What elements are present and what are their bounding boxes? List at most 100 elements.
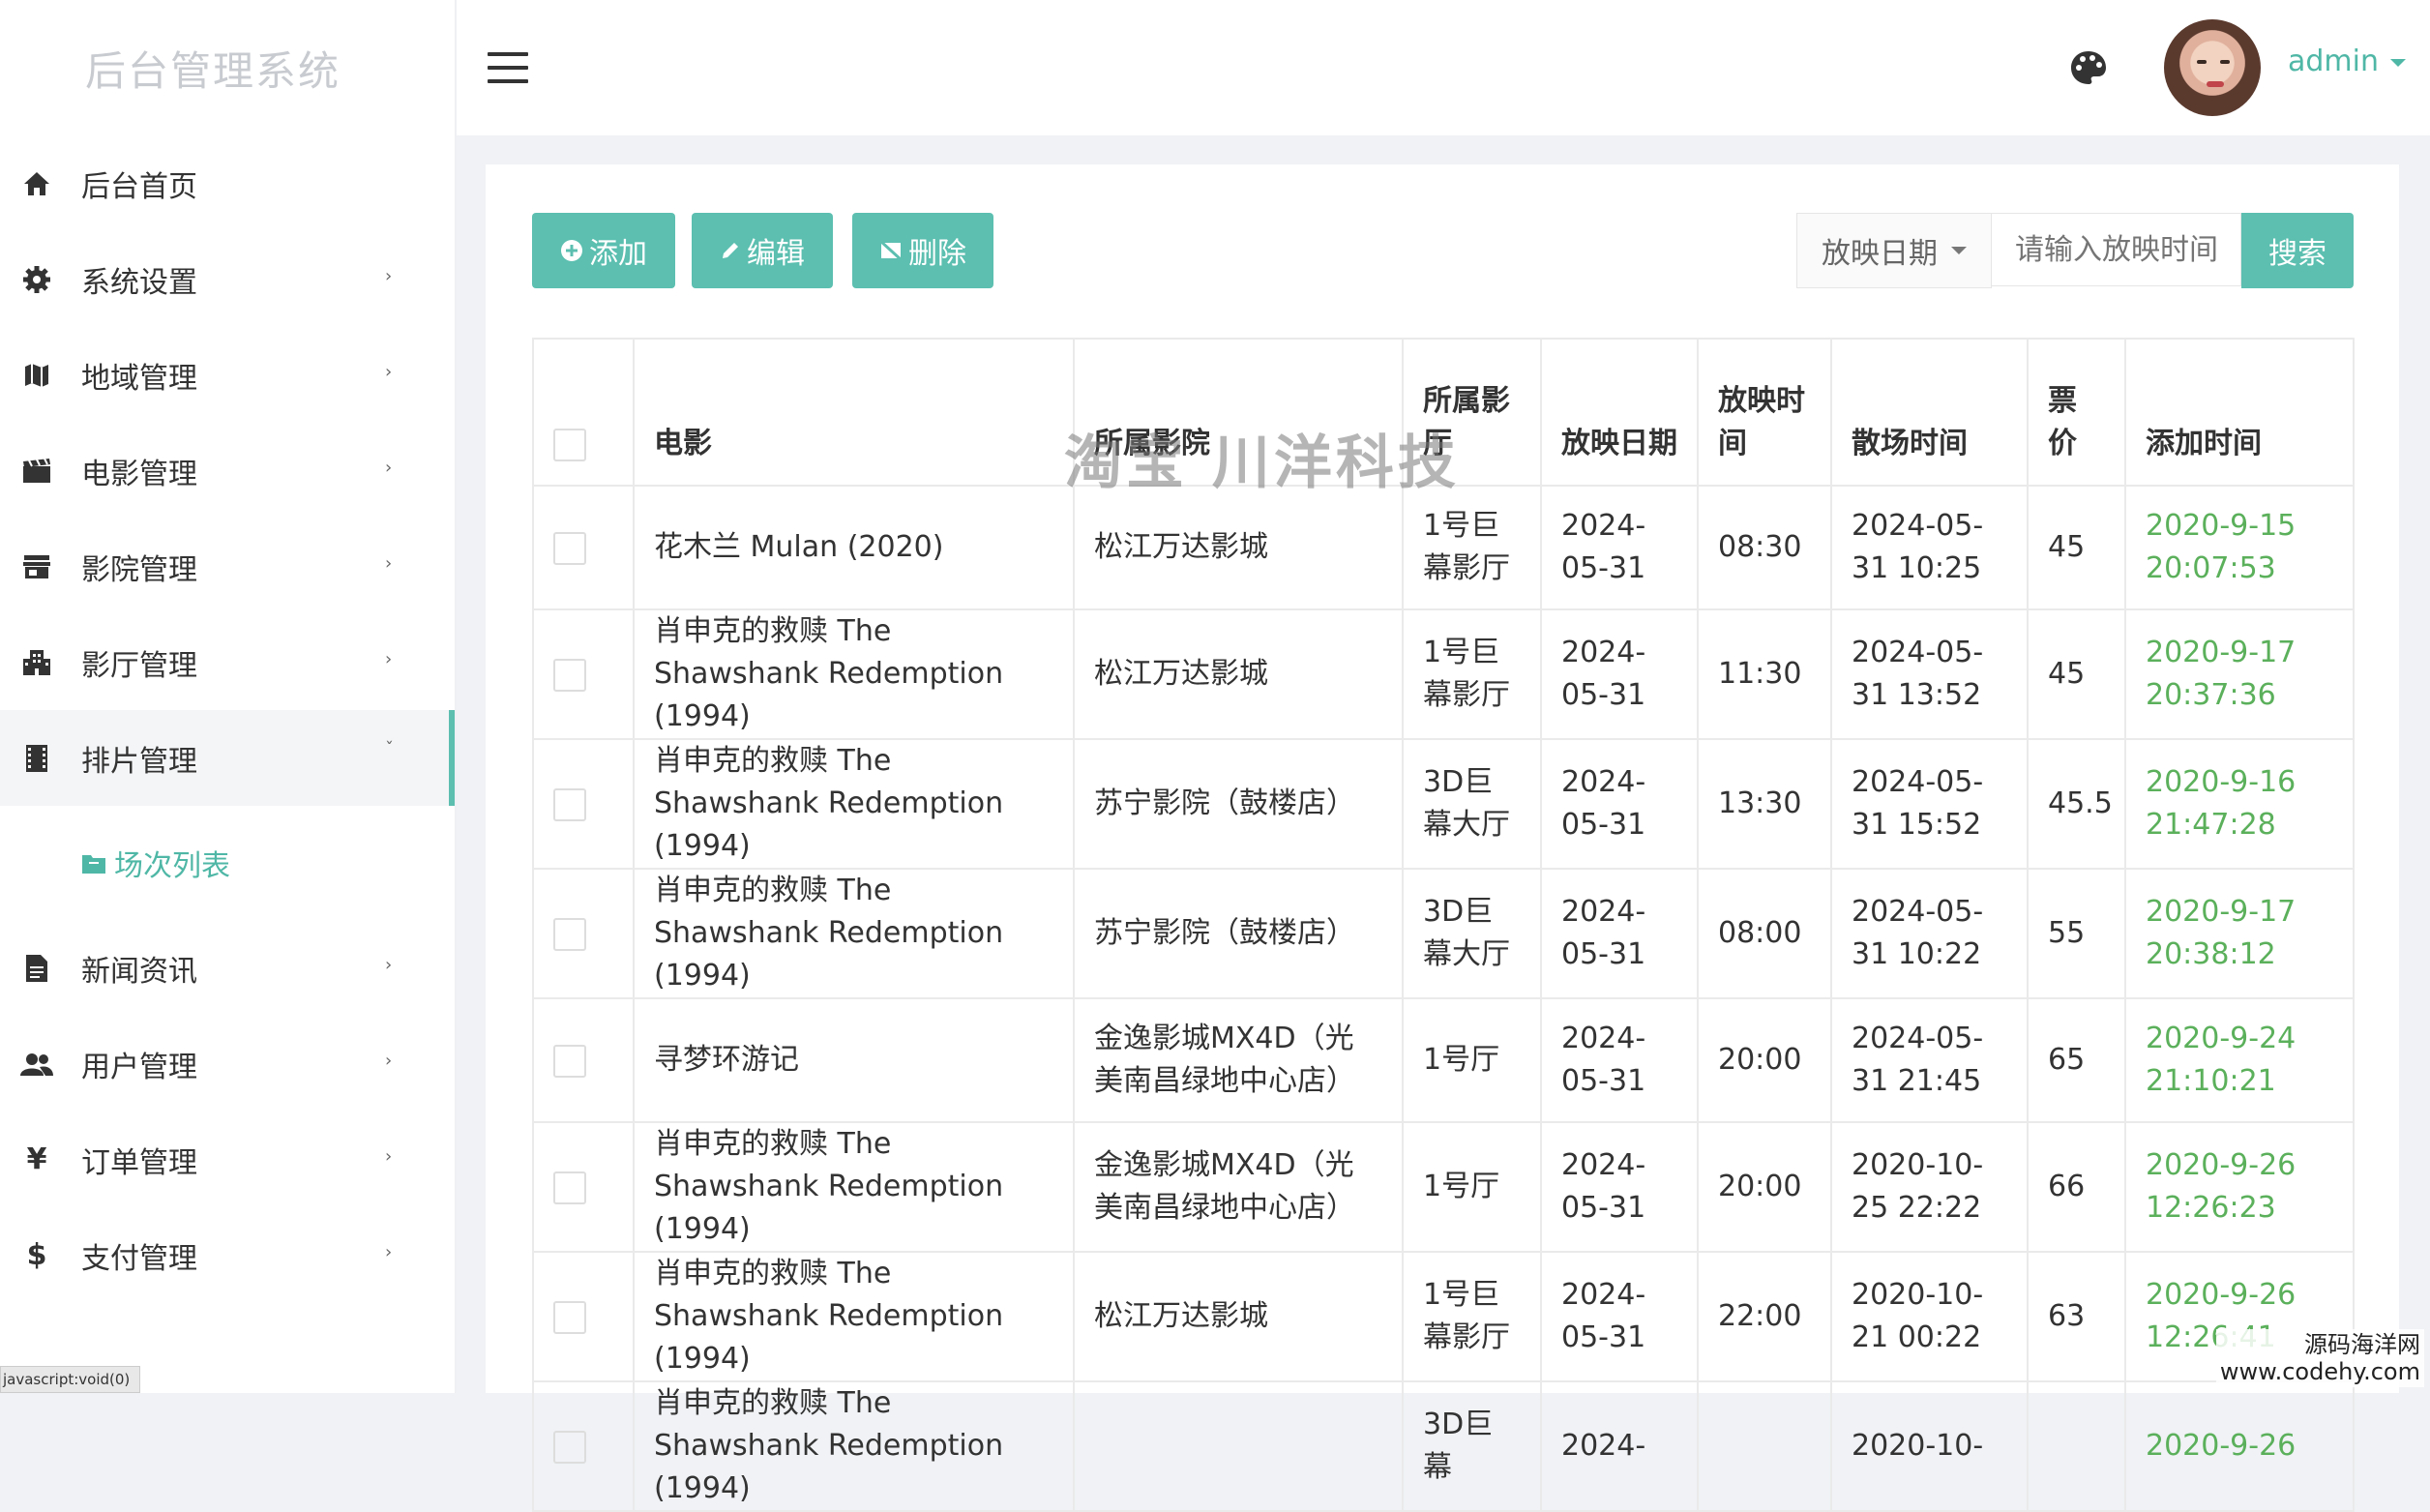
chevron-right-icon: ›	[385, 1051, 393, 1071]
sidebar-item-hall[interactable]: 影厅管理 ›	[0, 614, 455, 710]
price-cell: 63	[2027, 1251, 2126, 1382]
edit-button[interactable]: 编辑	[692, 213, 833, 288]
column-header: 放映日期	[1540, 338, 1699, 487]
sidebar-item-label: 用户管理	[81, 1050, 197, 1084]
sidebar-item-news[interactable]: 新闻资讯 ›	[0, 920, 455, 1016]
price-cell: 45	[2027, 608, 2126, 740]
hall-cell: 1号巨幕影厅	[1402, 608, 1542, 740]
sidebar-item-label: 新闻资讯	[81, 954, 197, 989]
filter-select[interactable]: 放映日期	[1796, 213, 1992, 288]
film-icon	[17, 458, 56, 484]
delete-label: 删除	[908, 237, 966, 271]
movie-cell: 肖申克的救赎 The Shawshank Redemption (1994)	[633, 1121, 1075, 1253]
date-cell: 2024-05-31	[1540, 1251, 1699, 1382]
end-cell: 2020-10-	[1830, 1380, 2029, 1512]
sidebar-item-payment[interactable]: $ 支付管理 ›	[0, 1207, 455, 1303]
sidebar-subitem-label: 场次列表	[114, 849, 230, 883]
search-input[interactable]	[1992, 213, 2241, 286]
sidebar-item-label: 地域管理	[81, 361, 197, 396]
table-row[interactable]: 肖申克的救赎 The Shawshank Redemption (1994) 苏…	[532, 738, 2355, 870]
corner-watermark-line2: www.codehy.com	[2219, 1358, 2420, 1385]
chevron-down-icon: ˇ	[385, 739, 394, 759]
added-cell: 2020-9-17 20:38:12	[2124, 868, 2355, 999]
chevron-right-icon: ›	[385, 266, 393, 286]
caret-down-icon	[1951, 247, 1967, 254]
movie-cell: 肖申克的救赎 The Shawshank Redemption (1994)	[633, 738, 1075, 870]
row-checkbox[interactable]	[553, 1300, 586, 1334]
search-bar: 放映日期 搜索	[1796, 213, 2354, 288]
end-cell: 2024-05-31 21:45	[1830, 997, 2029, 1123]
table-row[interactable]: 花木兰 Mulan (2020) 松江万达影城 1号巨幕影厅 2024-05-3…	[532, 485, 2355, 610]
corner-watermark: 源码海洋网 www.codehy.com	[2215, 1329, 2424, 1387]
row-checkbox[interactable]	[553, 917, 586, 951]
menu-toggle-icon[interactable]	[488, 52, 528, 93]
chevron-right-icon: ›	[385, 553, 393, 574]
table-row[interactable]: 肖申克的救赎 The Shawshank Redemption (1994) 松…	[532, 1251, 2355, 1382]
plus-circle-icon	[561, 240, 582, 261]
row-checkbox[interactable]	[553, 787, 586, 821]
movie-cell: 肖申克的救赎 The Shawshank Redemption (1994)	[633, 1380, 1075, 1512]
sidebar-subitem-session-list[interactable]: 场次列表	[0, 806, 455, 920]
row-checkbox[interactable]	[553, 1430, 586, 1464]
sidebar-item-region[interactable]: 地域管理 ›	[0, 327, 455, 423]
add-button[interactable]: 添加	[532, 213, 675, 288]
row-checkbox[interactable]	[553, 531, 586, 565]
username-label: admin	[2288, 44, 2379, 78]
sidebar-item-cinema[interactable]: 影院管理 ›	[0, 519, 455, 614]
hall-cell: 3D巨幕大厅	[1402, 868, 1542, 999]
table-row[interactable]: 肖申克的救赎 The Shawshank Redemption (1994) 苏…	[532, 868, 2355, 999]
delete-icon	[879, 240, 903, 261]
dollar-icon: $	[26, 1238, 47, 1272]
sidebar-item-system[interactable]: 系统设置 ›	[0, 231, 455, 327]
sidebar-item-label: 排片管理	[81, 744, 197, 779]
search-button[interactable]: 搜索	[2241, 213, 2354, 288]
hall-cell: 1号巨幕影厅	[1402, 485, 1542, 610]
end-cell: 2024-05-31 13:52	[1830, 608, 2029, 740]
avatar[interactable]	[2164, 19, 2261, 116]
checkbox-cell	[532, 997, 635, 1123]
checkbox-cell	[532, 1251, 635, 1382]
row-checkbox[interactable]	[553, 1044, 586, 1078]
chevron-right-icon: ›	[385, 362, 393, 382]
hall-cell: 1号巨幕影厅	[1402, 1251, 1542, 1382]
sidebar-item-schedule[interactable]: 排片管理 ˇ	[0, 710, 455, 806]
date-cell: 2024-05-31	[1540, 485, 1699, 610]
sidebar-menu: 后台首页 系统设置 › 地域管理 › 电影管理 › 影院管理 › 影厅管理 › …	[0, 135, 455, 806]
row-checkbox[interactable]	[553, 1171, 586, 1204]
palette-icon[interactable]	[2070, 50, 2107, 89]
cinema-cell: 松江万达影城	[1073, 1251, 1404, 1382]
cinema-cell: 金逸影城MX4D（光美南昌绿地中心店）	[1073, 1121, 1404, 1253]
price-cell: 55	[2027, 868, 2126, 999]
added-cell: 2020-9-16 21:47:28	[2124, 738, 2355, 870]
chevron-right-icon: ›	[385, 955, 393, 975]
sidebar-item-home[interactable]: 后台首页	[0, 135, 455, 231]
sidebar-item-users[interactable]: 用户管理 ›	[0, 1016, 455, 1112]
end-cell: 2024-05-31 10:22	[1830, 868, 2029, 999]
cinema-cell: 苏宁影院（鼓楼店）	[1073, 868, 1404, 999]
time-cell: 08:30	[1697, 485, 1832, 610]
time-cell: 08:00	[1697, 868, 1832, 999]
row-checkbox[interactable]	[553, 658, 586, 692]
table-row[interactable]: 肖申克的救赎 The Shawshank Redemption (1994) 3…	[532, 1380, 2355, 1512]
delete-button[interactable]: 删除	[852, 213, 993, 288]
added-cell: 2020-9-15 20:07:53	[2124, 485, 2355, 610]
table-row[interactable]: 寻梦环游记 金逸影城MX4D（光美南昌绿地中心店） 1号厅 2024-05-31…	[532, 997, 2355, 1123]
sidebar-item-label: 电影管理	[81, 457, 197, 491]
news-icon	[17, 954, 56, 983]
time-cell: 13:30	[1697, 738, 1832, 870]
sidebar-item-label: 系统设置	[81, 265, 197, 300]
select-all-checkbox[interactable]	[553, 428, 586, 461]
end-cell: 2024-05-31 10:25	[1830, 485, 2029, 610]
checkbox-cell	[532, 608, 635, 740]
hall-cell: 3D巨幕大厅	[1402, 738, 1542, 870]
user-menu[interactable]: admin	[2288, 44, 2406, 78]
time-cell	[1697, 1380, 1832, 1512]
added-cell: 2020-9-24 21:10:21	[2124, 997, 2355, 1123]
table-row[interactable]: 肖申克的救赎 The Shawshank Redemption (1994) 松…	[532, 608, 2355, 740]
sidebar-item-orders[interactable]: ¥ 订单管理 ›	[0, 1112, 455, 1207]
movie-cell: 肖申克的救赎 The Shawshank Redemption (1994)	[633, 868, 1075, 999]
hall-cell: 1号厅	[1402, 997, 1542, 1123]
column-header: 添加时间	[2124, 338, 2355, 487]
sidebar-item-movie[interactable]: 电影管理 ›	[0, 423, 455, 519]
table-row[interactable]: 肖申克的救赎 The Shawshank Redemption (1994) 金…	[532, 1121, 2355, 1253]
